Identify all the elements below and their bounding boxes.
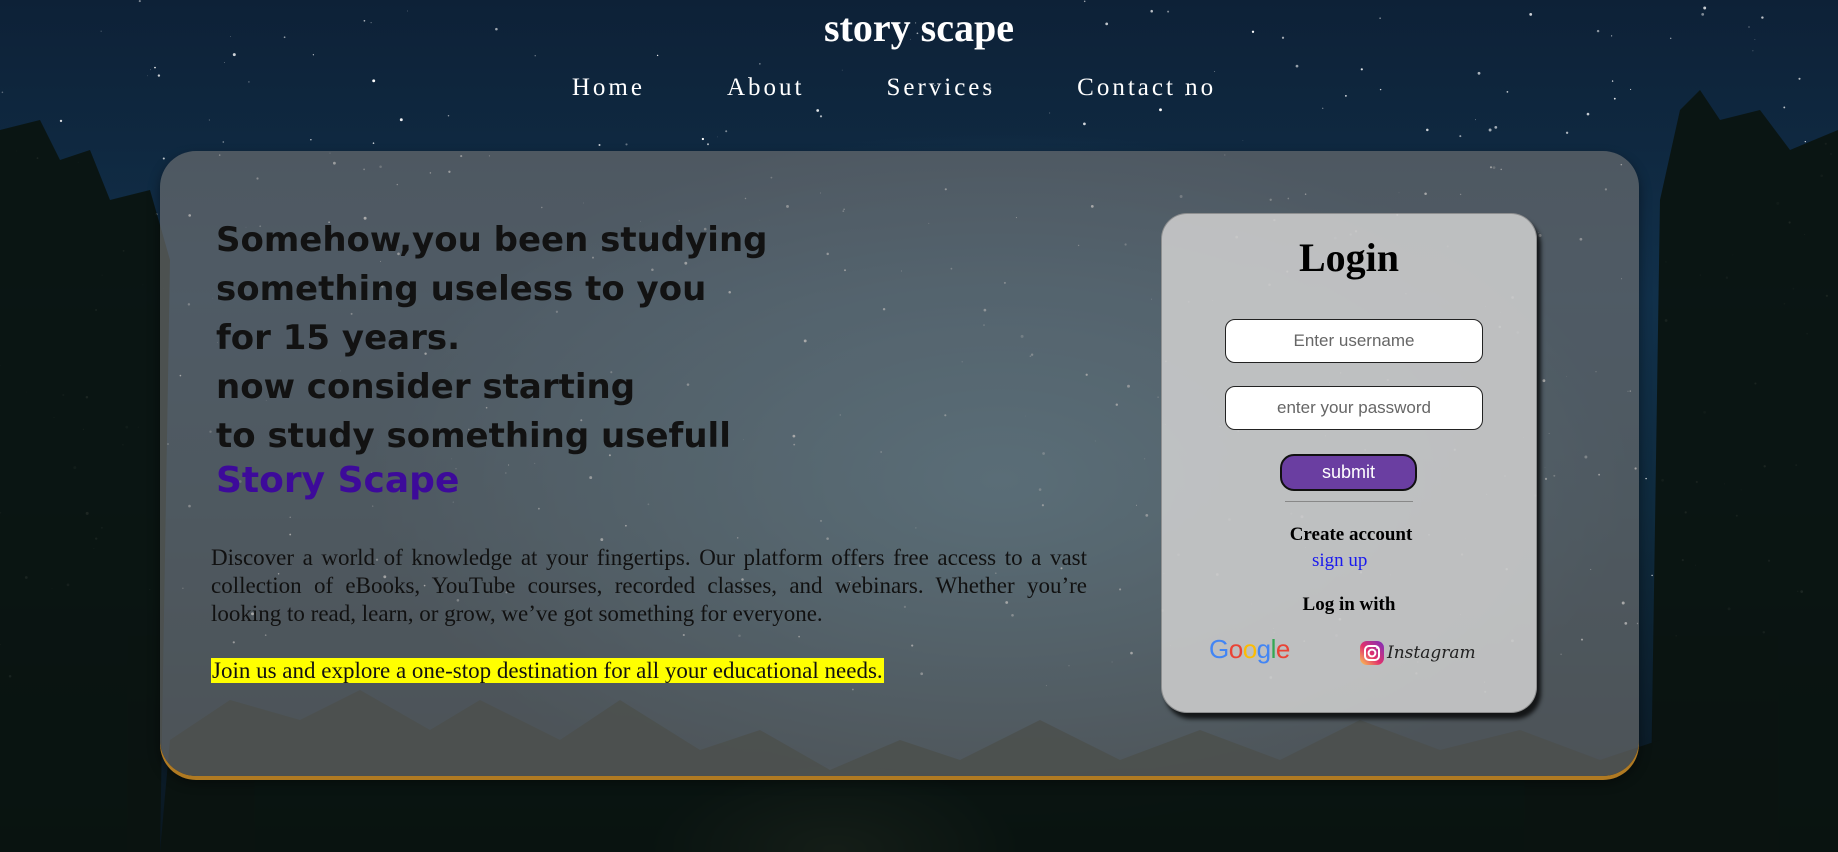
star — [1494, 126, 1498, 129]
nav-about-link[interactable]: About — [727, 74, 805, 102]
star — [224, 62, 225, 63]
star — [447, 115, 450, 117]
star — [1586, 112, 1590, 116]
star — [1488, 128, 1492, 132]
headline-line: now consider starting — [216, 367, 636, 407]
star — [1360, 68, 1363, 71]
login-title: Login — [1298, 235, 1400, 280]
headline-line: for 15 years. — [216, 318, 460, 358]
google-icon[interactable]: Google — [1209, 634, 1290, 664]
star — [150, 69, 151, 71]
headline-line: to study something usefull — [216, 416, 731, 456]
instagram-icon — [1360, 641, 1384, 665]
star — [1426, 128, 1429, 132]
star — [759, 63, 761, 65]
brand-name: Story Scape — [216, 460, 460, 501]
star — [1214, 70, 1216, 73]
star — [1804, 140, 1806, 143]
star — [154, 66, 156, 69]
hero-headline: Somehow,you been studying something usel… — [216, 216, 768, 461]
login-with-label: Log in with — [1302, 594, 1396, 615]
instagram-label: Instagram — [1387, 643, 1476, 663]
create-account-label: Create account — [1289, 524, 1413, 545]
star — [1651, 574, 1653, 577]
star — [725, 130, 728, 133]
star — [1565, 131, 1569, 134]
hero-cta: Join us and explore a one-stop destinati… — [211, 657, 884, 685]
star — [138, 0, 141, 3]
star — [59, 119, 63, 123]
star — [1459, 135, 1462, 138]
star — [656, 54, 659, 57]
main-nav: Home About Services Contact no — [0, 74, 1838, 102]
star — [1242, 140, 1244, 141]
hero-description: Discover a world of knowledge at your fi… — [211, 545, 1087, 626]
site-title: story scape — [824, 5, 1014, 50]
star — [399, 118, 403, 122]
star — [841, 69, 843, 71]
cta-highlight: Join us and explore a one-stop destinati… — [211, 658, 884, 683]
star — [208, 119, 210, 121]
star — [534, 55, 536, 57]
star — [717, 136, 718, 138]
star — [1475, 119, 1476, 121]
star — [1783, 106, 1786, 109]
nav-services-link[interactable]: Services — [886, 74, 995, 102]
star — [625, 143, 628, 146]
star — [1645, 477, 1647, 480]
submit-button[interactable]: submit — [1280, 454, 1417, 491]
star — [701, 137, 705, 141]
star — [1159, 108, 1162, 112]
login-card: Login submit Create account sign up Log … — [1161, 213, 1537, 713]
star — [1322, 107, 1324, 109]
headline-line: something useless to you — [216, 269, 707, 309]
star — [312, 54, 315, 56]
star — [598, 143, 601, 147]
nav-home-link[interactable]: Home — [572, 74, 645, 102]
star — [1295, 64, 1299, 68]
star — [1083, 0, 1086, 3]
username-input[interactable] — [1225, 319, 1483, 363]
star — [372, 142, 375, 144]
star — [222, 141, 225, 143]
headline-line: Somehow,you been studying — [216, 220, 768, 260]
star — [162, 157, 165, 160]
password-input[interactable] — [1225, 386, 1483, 430]
star — [816, 109, 820, 112]
star — [1083, 122, 1086, 126]
star — [819, 115, 823, 118]
star — [707, 143, 709, 146]
star — [1049, 112, 1051, 114]
star — [310, 139, 312, 141]
signup-link[interactable]: sign up — [1312, 550, 1367, 572]
divider — [1285, 501, 1413, 502]
instagram-button[interactable]: Instagram — [1359, 638, 1476, 668]
star — [232, 53, 236, 57]
nav-contact-link[interactable]: Contact no — [1077, 74, 1216, 102]
